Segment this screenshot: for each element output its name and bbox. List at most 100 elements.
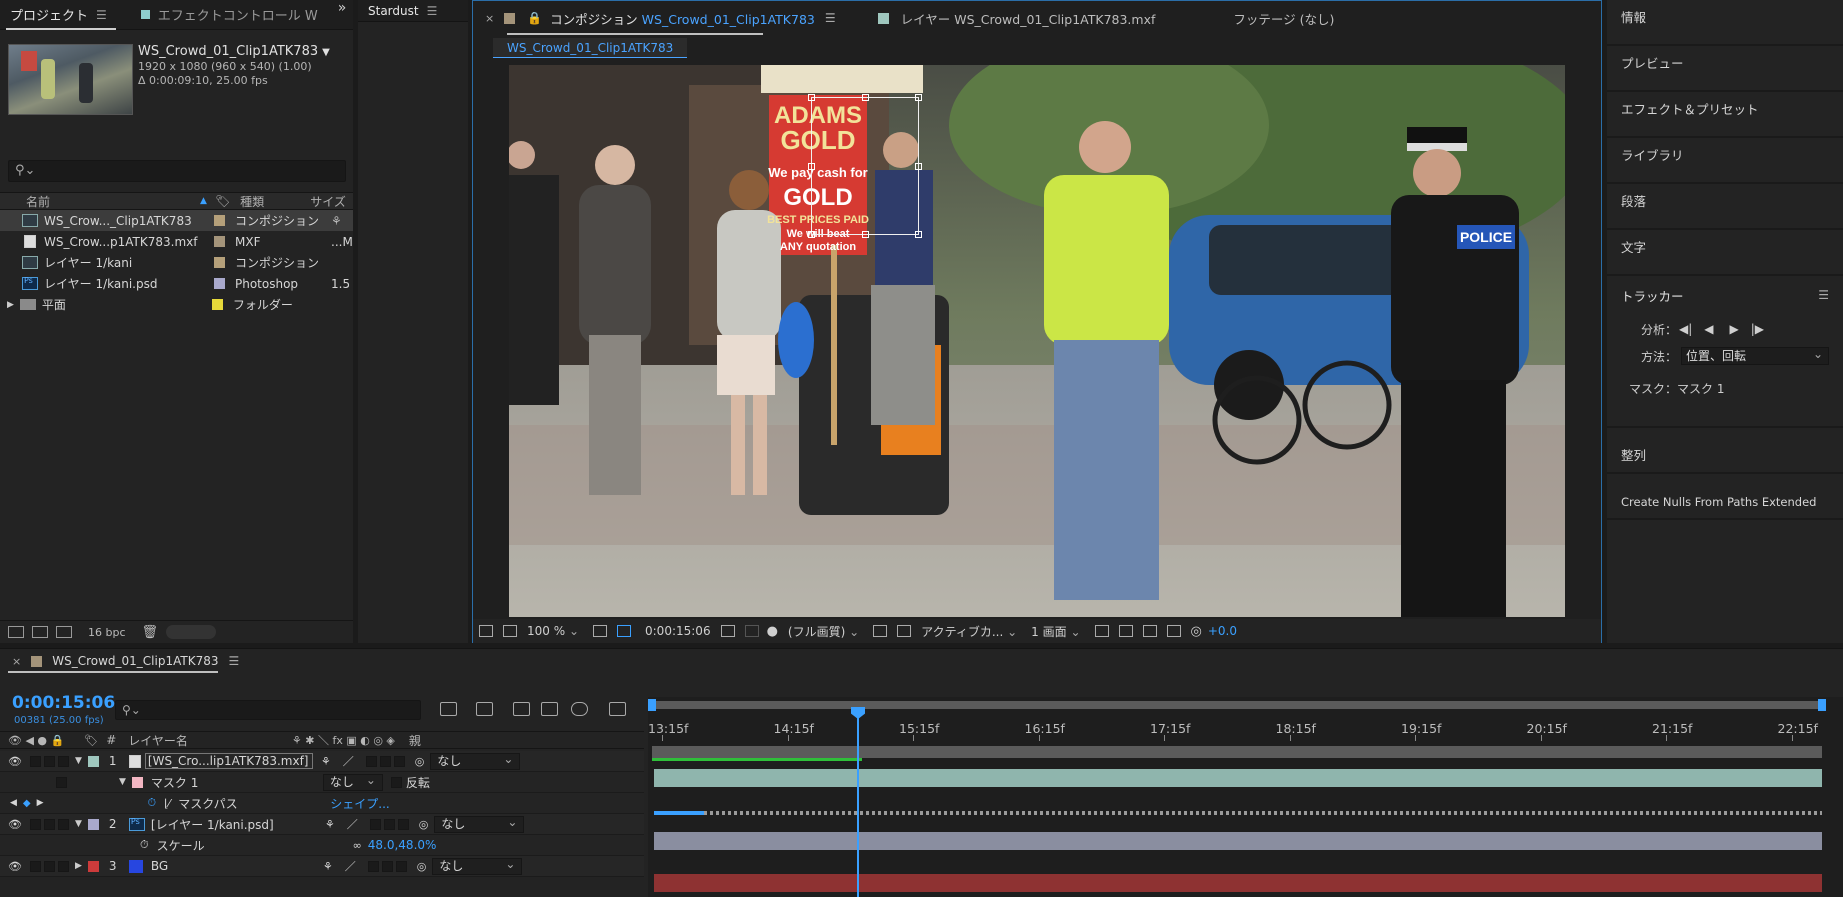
audio-toggle[interactable] — [29, 755, 41, 767]
layer-name[interactable]: [レイヤー 1/kani.psd] — [149, 816, 317, 833]
composition-viewer[interactable]: POLICE ADAMS GOLD We pay cash for GOLD B… — [509, 65, 1565, 617]
stopwatch-icon[interactable]: ⏱ — [148, 796, 157, 810]
label-color-swatch[interactable] — [211, 299, 223, 310]
parent-dropdown[interactable]: なし — [434, 815, 525, 833]
new-folder-icon[interactable] — [32, 626, 48, 638]
mask-vertex-handle[interactable] — [808, 231, 815, 238]
hamburger-menu-icon[interactable]: ☰ — [96, 8, 107, 22]
panel-align[interactable]: 整列 — [1607, 428, 1843, 474]
collapse-triangle-icon[interactable]: ▼ — [119, 777, 126, 787]
audio-toggle[interactable] — [29, 818, 41, 830]
shy-layers-icon[interactable] — [513, 702, 530, 716]
stopwatch-icon[interactable]: ⏱ — [140, 838, 149, 852]
timeline-layer-row[interactable]: 👁 ▶ 3 BG ⚘ ／ ◎ なし — [0, 856, 644, 877]
sort-ascending-icon[interactable]: ▲ — [200, 196, 207, 206]
panel-effects-presets[interactable]: エフェクト＆プリセット — [1607, 92, 1843, 138]
hamburger-menu-icon[interactable]: ☰ — [1818, 288, 1829, 302]
analyze-forward-one-frame-icon[interactable]: |▶ — [1751, 322, 1764, 336]
analyze-backward-icon[interactable]: ◀ — [1704, 322, 1713, 336]
mask-mode-dropdown[interactable]: なし — [322, 773, 383, 791]
mask-invert-checkbox[interactable] — [390, 776, 402, 788]
mask-color-swatch[interactable] — [131, 776, 143, 788]
label-color-swatch[interactable] — [214, 236, 225, 247]
tracking-method-dropdown[interactable]: 位置、回転 — [1681, 346, 1830, 365]
parent-pickwhip-icon[interactable]: ◎ — [415, 755, 425, 768]
mask-vertex-handle[interactable] — [862, 94, 869, 101]
color-channels-icon[interactable]: ● — [767, 624, 778, 639]
bit-depth-button[interactable]: 16 bpc — [88, 626, 126, 639]
always-preview-icon[interactable] — [479, 625, 493, 637]
switch-box[interactable] — [395, 860, 407, 872]
column-layer-name[interactable]: レイヤー名 — [128, 732, 188, 749]
tab-timeline-comp[interactable]: WS_Crowd_01_Clip1ATK783 — [52, 654, 218, 668]
tab-composition[interactable]: コンポジション WS_Crowd_01_Clip1ATK783 — [550, 9, 815, 28]
switch-box[interactable] — [397, 818, 409, 830]
switch-box[interactable] — [365, 755, 377, 767]
motion-blur-icon[interactable] — [571, 702, 588, 716]
panel-info[interactable]: 情報 — [1607, 0, 1843, 46]
quality-switch-icon[interactable]: ／ — [347, 816, 358, 832]
interpret-footage-icon[interactable] — [8, 626, 24, 638]
composition-mini-flowchart-icon[interactable] — [440, 702, 457, 716]
eye-icon[interactable]: 👁 — [8, 818, 22, 831]
graph-editor-icon[interactable] — [609, 702, 626, 716]
fast-previews-icon[interactable] — [1118, 625, 1133, 637]
analyze-forward-icon[interactable]: ▶ — [1730, 322, 1739, 336]
exposure-value[interactable]: +0.0 — [1208, 624, 1237, 638]
label-color-swatch[interactable] — [214, 215, 225, 226]
close-icon[interactable]: × — [485, 12, 494, 25]
graph-icon[interactable]: ⌊⁄ — [164, 797, 170, 810]
mask-path-keyframes[interactable] — [704, 811, 1822, 815]
dropdown-triangle-icon[interactable]: ▼ — [322, 47, 330, 58]
mask-row[interactable]: ▼ マスク 1 なし 反転 — [0, 772, 644, 793]
project-row[interactable]: レイヤー 1/kani コンポジション — [0, 252, 353, 273]
number-column-icon[interactable]: # — [106, 733, 116, 747]
grid-icon[interactable] — [593, 625, 607, 637]
panel-character[interactable]: 文字 — [1607, 230, 1843, 276]
project-row[interactable]: WS_Crow...p1ATK783.mxf MXF ...M — [0, 231, 353, 252]
hamburger-menu-icon[interactable]: ☰ — [228, 654, 239, 668]
layer-bar-2[interactable] — [654, 832, 1822, 850]
quality-switch-icon[interactable]: ／ — [343, 753, 354, 769]
flowchart-icon[interactable] — [1166, 625, 1181, 637]
audio-toggle[interactable] — [29, 860, 41, 872]
mask-vertex-handle[interactable] — [915, 163, 922, 170]
analyze-back-one-frame-icon[interactable]: ◀| — [1679, 322, 1692, 336]
layer-bar-1[interactable] — [654, 769, 1822, 787]
column-size[interactable]: サイズ — [310, 193, 346, 210]
mask-vertex-handle[interactable] — [915, 94, 922, 101]
mask-vertex-handle[interactable] — [808, 94, 815, 101]
solo-toggle[interactable] — [43, 860, 55, 872]
reset-exposure-icon[interactable]: ◎ — [1191, 624, 1202, 639]
tab-footage[interactable]: フッテージ (なし) — [1233, 9, 1334, 28]
region-of-interest-icon[interactable] — [873, 625, 888, 637]
thumbnail-size-slider[interactable] — [166, 625, 217, 639]
timeline-icon[interactable] — [1142, 625, 1157, 637]
eye-icon[interactable]: 👁 — [8, 755, 22, 768]
lock-toggle[interactable] — [57, 818, 69, 830]
solo-toggle[interactable] — [43, 755, 55, 767]
column-parent[interactable]: 親 — [409, 732, 421, 749]
current-time-display[interactable]: 0:00:15:06 — [12, 693, 115, 713]
scale-value[interactable]: 48.0,48.0 — [368, 838, 425, 852]
shy-switch-icon[interactable]: ⚘ — [321, 755, 331, 768]
project-row[interactable]: ▶ 平面 フォルダー — [0, 294, 353, 315]
parent-dropdown[interactable]: なし — [432, 857, 523, 875]
monitor-icon[interactable] — [503, 625, 517, 637]
tab-project[interactable]: プロジェクト ☰ — [0, 0, 117, 30]
column-type[interactable]: 種類 — [240, 193, 264, 210]
panel-paragraph[interactable]: 段落 — [1607, 184, 1843, 230]
scale-property-row[interactable]: ⏱ スケール ∞ 48.0,48.0 % — [0, 835, 644, 856]
transparency-grid-icon[interactable] — [897, 625, 912, 637]
panel-create-nulls-from-paths[interactable]: Create Nulls From Paths Extended — [1607, 474, 1843, 520]
trash-icon[interactable]: 🗑 — [142, 625, 159, 640]
label-color-swatch[interactable] — [87, 755, 99, 767]
frame-blending-icon[interactable] — [541, 702, 558, 716]
parent-pickwhip-icon[interactable]: ◎ — [419, 818, 429, 831]
view-layout-dropdown[interactable]: 1 画面 — [1031, 623, 1080, 640]
panel-preview[interactable]: プレビュー — [1607, 46, 1843, 92]
label-color-swatch[interactable] — [214, 278, 225, 289]
mask-vertex-handle[interactable] — [915, 231, 922, 238]
parent-dropdown[interactable]: なし — [430, 752, 521, 770]
new-composition-icon[interactable] — [56, 626, 72, 638]
